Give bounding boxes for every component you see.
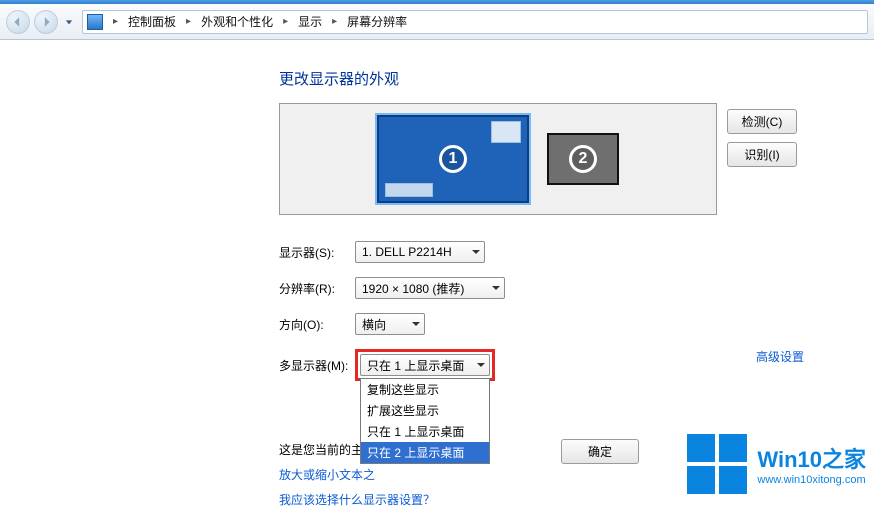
ok-button[interactable]: 确定 [561, 439, 639, 464]
detect-button[interactable]: 检测(C) [727, 109, 797, 134]
identify-button[interactable]: 识别(I) [727, 142, 797, 167]
back-button[interactable] [6, 10, 30, 34]
display-label: 显示器(S): [279, 244, 355, 261]
resolution-label: 分辨率(R): [279, 280, 355, 297]
dropdown-option[interactable]: 只在 2 上显示桌面 [361, 442, 489, 463]
dialog-footer: 确定 [561, 439, 639, 464]
monitor-number: 2 [569, 145, 597, 173]
dropdown-option[interactable]: 复制这些显示 [361, 379, 489, 400]
history-dropdown[interactable] [62, 10, 76, 34]
monitor-1[interactable]: 1 [377, 115, 529, 203]
monitor-2[interactable]: 2 [547, 133, 619, 185]
chevron-right-icon: ▸ [109, 16, 122, 27]
orientation-label: 方向(O): [279, 316, 355, 333]
watermark-brand: Win10之家 [757, 442, 866, 474]
which-settings-link[interactable]: 我应该选择什么显示器设置？ [279, 491, 435, 508]
breadcrumb-item[interactable]: 屏幕分辨率 [343, 13, 411, 30]
watermark-url: www.win10xitong.com [757, 474, 866, 486]
address-bar[interactable]: ▸ 控制面板 ▸ 外观和个性化 ▸ 显示 ▸ 屏幕分辨率 [82, 10, 868, 34]
chevron-right-icon: ▸ [182, 16, 195, 27]
multi-display-highlight: 只在 1 上显示桌面 复制这些显示 扩展这些显示 只在 1 上显示桌面 只在 2… [355, 349, 495, 381]
dropdown-option[interactable]: 只在 1 上显示桌面 [361, 421, 489, 442]
multi-display-label: 多显示器(M): [279, 357, 355, 374]
taskbar-thumb-icon [385, 183, 433, 197]
page-title: 更改显示器的外观 [279, 68, 874, 89]
navigation-bar: ▸ 控制面板 ▸ 外观和个性化 ▸ 显示 ▸ 屏幕分辨率 [0, 4, 874, 40]
forward-button[interactable] [34, 10, 58, 34]
dropdown-option[interactable]: 扩展这些显示 [361, 400, 489, 421]
resolution-combo[interactable]: 1920 × 1080 (推荐) [355, 277, 505, 299]
window-thumb-icon [491, 121, 521, 143]
multi-display-combo[interactable]: 只在 1 上显示桌面 [360, 354, 490, 376]
breadcrumb-item[interactable]: 控制面板 [124, 13, 180, 30]
multi-display-dropdown: 复制这些显示 扩展这些显示 只在 1 上显示桌面 只在 2 上显示桌面 [360, 378, 490, 464]
chevron-right-icon: ▸ [279, 16, 292, 27]
monitor-number: 1 [439, 145, 467, 173]
watermark: Win10之家 www.win10xitong.com [687, 434, 866, 494]
breadcrumb-item[interactable]: 外观和个性化 [197, 13, 277, 30]
zoom-text-link[interactable]: 放大或缩小文本之 [279, 466, 375, 483]
monitor-preview-box: 1 2 [279, 103, 717, 215]
windows-logo-icon [687, 434, 747, 494]
control-panel-icon [87, 14, 103, 30]
display-combo[interactable]: 1. DELL P2214H [355, 241, 485, 263]
advanced-settings-link[interactable]: 高级设置 [756, 348, 804, 365]
breadcrumb-item[interactable]: 显示 [294, 13, 326, 30]
orientation-combo[interactable]: 横向 [355, 313, 425, 335]
chevron-right-icon: ▸ [328, 16, 341, 27]
